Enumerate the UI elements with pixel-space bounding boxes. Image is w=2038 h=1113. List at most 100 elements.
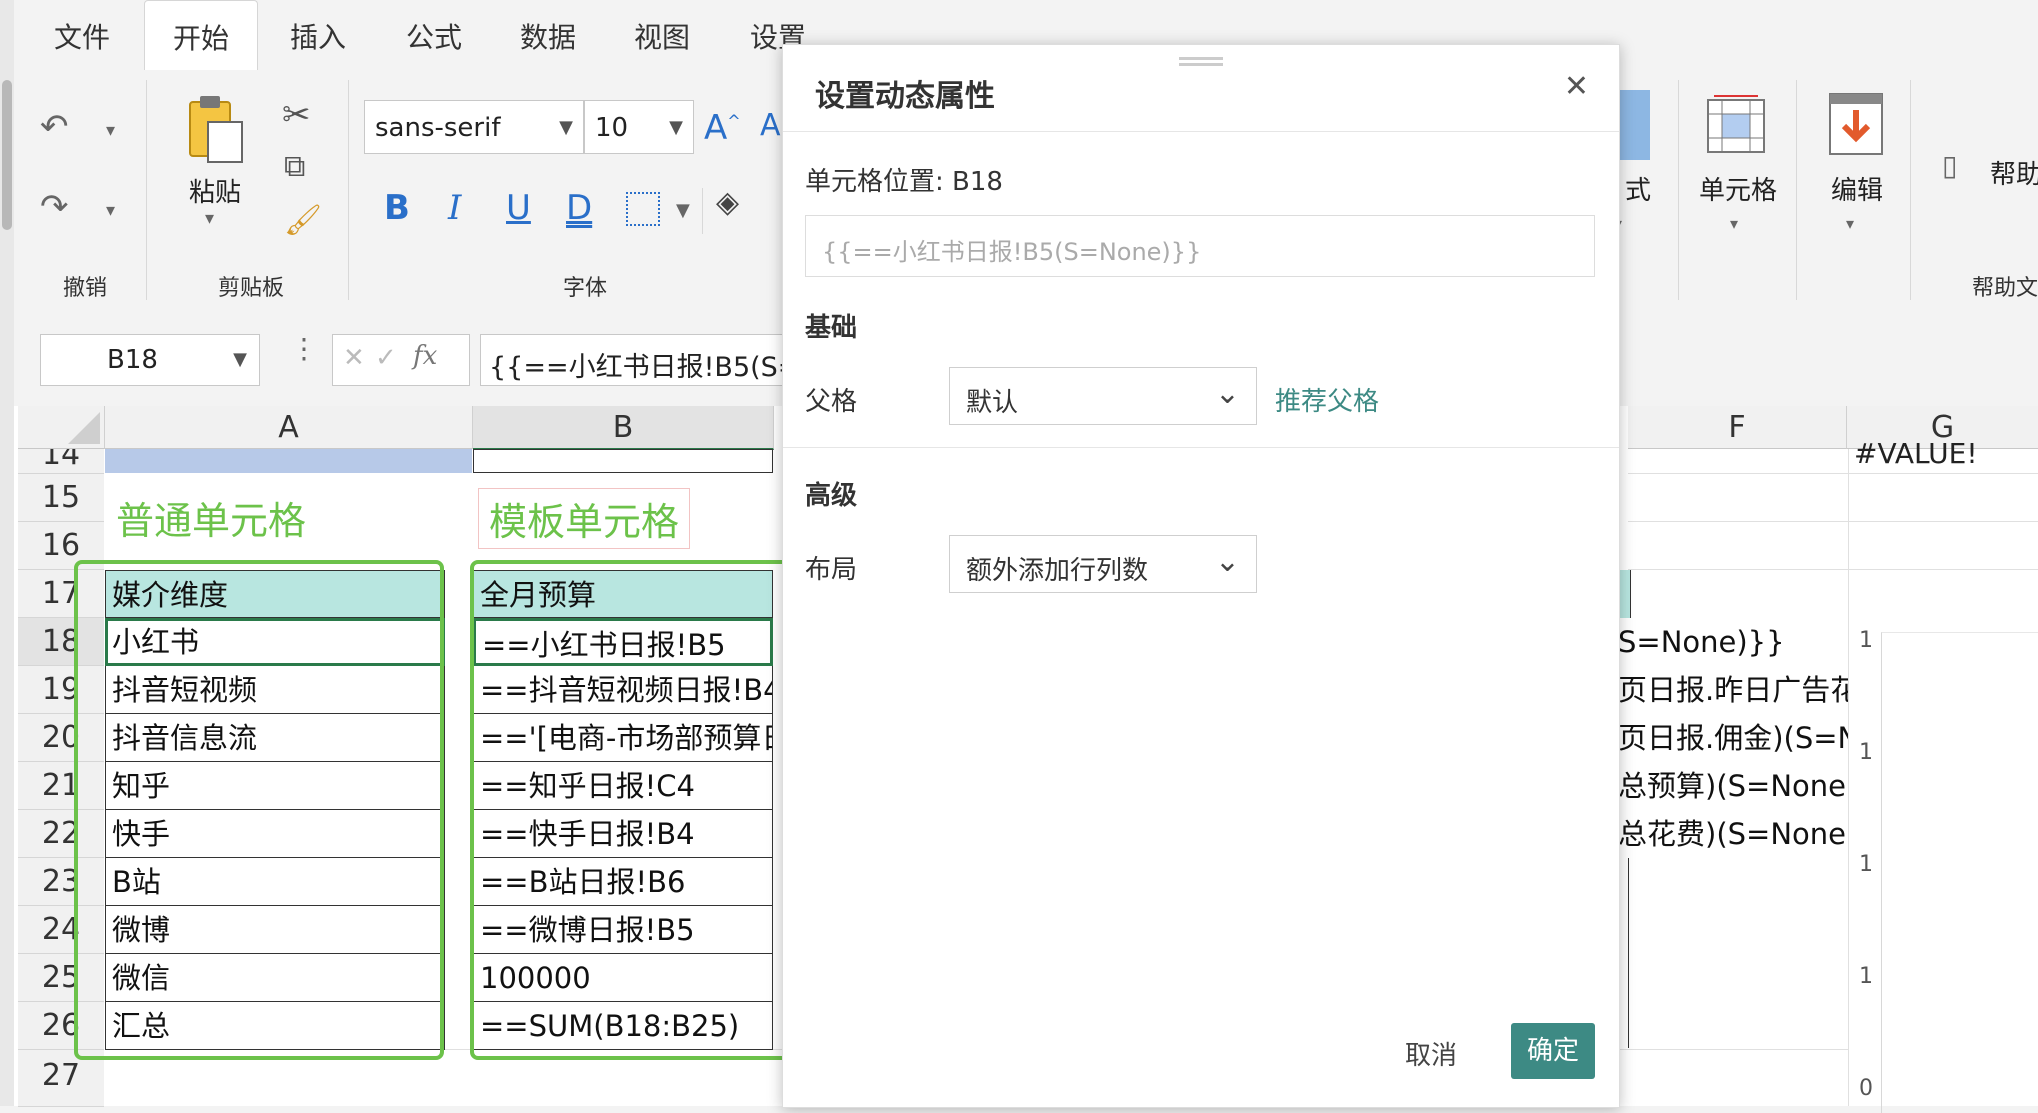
- layout-label: 布局: [805, 555, 858, 585]
- grow-font-icon[interactable]: A^: [704, 108, 741, 148]
- ribbon-separator: [348, 80, 349, 300]
- cells-label[interactable]: 单元格: [1690, 170, 1786, 207]
- vertical-scrollbar[interactable]: [0, 0, 14, 1106]
- parent-select[interactable]: 默认 ⌄: [949, 367, 1257, 425]
- redo-dropdown-icon[interactable]: ▾: [106, 202, 115, 220]
- formula-content: {{==小红书日报!B5(S=N: [489, 352, 802, 383]
- redo-icon[interactable]: ↷: [40, 190, 69, 224]
- chart-axis-label: 1: [1859, 740, 1873, 765]
- book-icon[interactable]: ▯: [1942, 152, 1957, 180]
- divider: [783, 131, 1619, 132]
- formula-actions: ✕ ✓ fx: [332, 334, 470, 386]
- italic-button[interactable]: I: [448, 188, 461, 228]
- help-group-label: 帮助文: [1972, 276, 2038, 301]
- name-box[interactable]: B18 ▼: [40, 334, 260, 386]
- format-painter-icon[interactable]: 🖌: [284, 206, 322, 236]
- row-header[interactable]: 15: [18, 474, 104, 522]
- formula-field[interactable]: {{==小红书日报!B5(S=None)}}: [805, 215, 1595, 277]
- chevron-down-icon: ⌄: [1214, 544, 1240, 579]
- font-group-label: 字体: [562, 276, 607, 301]
- cell-f21[interactable]: 总预算)(S=None)}: [1618, 762, 1848, 810]
- menu-insert[interactable]: 插入: [268, 0, 368, 70]
- cut-icon[interactable]: ✂: [282, 98, 311, 132]
- basic-section-title: 基础: [805, 313, 858, 343]
- drag-handle[interactable]: [1179, 63, 1223, 66]
- border-dropdown-icon[interactable]: ▼: [676, 202, 690, 220]
- edit-label[interactable]: 编辑: [1822, 170, 1892, 207]
- more-options-icon[interactable]: ⋮: [290, 332, 318, 365]
- layout-select-value: 额外添加行列数: [966, 556, 1149, 586]
- cell-f18[interactable]: S=None)}}: [1618, 618, 1848, 666]
- ribbon-separator: [146, 80, 147, 300]
- function-icon[interactable]: fx: [413, 341, 437, 371]
- column-header-b[interactable]: B: [473, 406, 774, 450]
- advanced-section-title: 高级: [805, 481, 858, 511]
- cell-f22[interactable]: 总花费)(S=None,F: [1618, 810, 1848, 858]
- chevron-down-icon[interactable]: ▾: [1730, 216, 1738, 232]
- normal-cells-highlight: [74, 560, 444, 1060]
- ribbon-separator: [702, 188, 703, 234]
- paste-dropdown-icon[interactable]: ▾: [205, 210, 214, 228]
- menu-file[interactable]: 文件: [32, 0, 132, 70]
- formula-field-value: {{==小红书日报!B5(S=None)}}: [822, 238, 1202, 266]
- copy-icon[interactable]: ⧉: [284, 152, 305, 182]
- clipboard-group-label: 剪贴板: [217, 276, 284, 301]
- layout-select[interactable]: 额外添加行列数 ⌄: [949, 535, 1257, 593]
- menu-formula[interactable]: 公式: [384, 0, 484, 70]
- cancel-icon[interactable]: ✕: [343, 343, 365, 373]
- undo-icon[interactable]: ↶: [40, 110, 69, 144]
- chevron-down-icon[interactable]: ▾: [1846, 216, 1854, 232]
- paste-label[interactable]: 粘贴: [180, 172, 250, 209]
- font-family-select[interactable]: sans-serif ▼: [364, 100, 584, 154]
- style-icon[interactable]: [1620, 90, 1650, 160]
- gridline: [1628, 521, 2038, 522]
- cells-icon[interactable]: [1706, 94, 1766, 154]
- chart-panel[interactable]: 1 1 1 1 0: [1848, 570, 2038, 1113]
- double-underline-button[interactable]: D: [566, 188, 592, 228]
- paste-icon[interactable]: [186, 92, 243, 163]
- menu-home[interactable]: 开始: [144, 0, 258, 73]
- shrink-font-icon[interactable]: A: [760, 108, 781, 143]
- confirm-icon[interactable]: ✓: [375, 343, 397, 373]
- gridline: [1628, 473, 2038, 474]
- cell-position-label: 单元格位置: B18: [805, 167, 1003, 197]
- ribbon-separator: [1910, 80, 1911, 300]
- bold-button[interactable]: B: [384, 188, 410, 228]
- underline-button[interactable]: U: [506, 188, 531, 228]
- border-icon[interactable]: [626, 192, 660, 226]
- undo-group-label: 撤销: [62, 276, 107, 301]
- cell-a14[interactable]: [105, 449, 472, 473]
- column-header-f[interactable]: F: [1628, 406, 1847, 449]
- menu-view[interactable]: 视图: [612, 0, 712, 70]
- font-family-value: sans-serif: [375, 113, 501, 143]
- chart-axis-label: 1: [1859, 628, 1873, 653]
- help-label[interactable]: 帮助: [1990, 154, 2038, 191]
- cell-g14[interactable]: #VALUE!: [1848, 436, 2038, 472]
- fill-color-icon[interactable]: ◈: [716, 188, 739, 218]
- recommend-parent-link[interactable]: 推荐父格: [1275, 381, 1379, 418]
- cell-f20[interactable]: 页日报.佣金)(S=No: [1618, 714, 1848, 762]
- cell-f19[interactable]: 页日报.昨日广告花: [1618, 666, 1848, 714]
- formula-input[interactable]: {{==小红书日报!B5(S=N: [480, 334, 802, 386]
- row-header[interactable]: 14: [18, 449, 104, 474]
- select-all-corner[interactable]: [18, 406, 105, 449]
- ok-button[interactable]: 确定: [1511, 1023, 1595, 1079]
- close-icon[interactable]: ✕: [1564, 69, 1589, 104]
- font-size-select[interactable]: 10 ▼: [584, 100, 694, 154]
- chevron-down-icon: ⌄: [1214, 376, 1240, 411]
- template-cell-label: 模板单元格: [478, 488, 691, 549]
- undo-dropdown-icon[interactable]: ▾: [106, 122, 115, 140]
- style-label[interactable]: 式: [1618, 170, 1658, 207]
- column-header-a[interactable]: A: [105, 406, 473, 449]
- cell-b14[interactable]: [473, 449, 773, 473]
- edit-icon[interactable]: [1828, 92, 1884, 156]
- normal-cell-label: 普通单元格: [116, 499, 307, 543]
- drag-handle[interactable]: [1179, 57, 1223, 60]
- chart-axis-label: 1: [1859, 852, 1873, 877]
- ribbon-separator: [1678, 80, 1679, 300]
- name-box-value: B18: [107, 345, 158, 375]
- scrollbar-thumb[interactable]: [2, 80, 12, 230]
- chart-axis-label: 1: [1859, 964, 1873, 989]
- cancel-button[interactable]: 取消: [1405, 1035, 1457, 1072]
- menu-data[interactable]: 数据: [498, 0, 598, 70]
